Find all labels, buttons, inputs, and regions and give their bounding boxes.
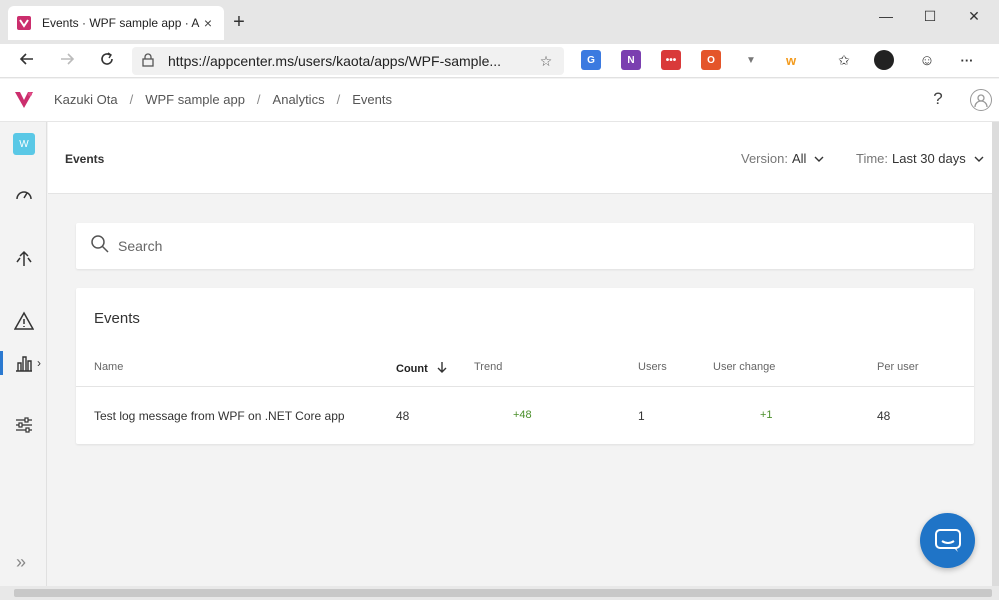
column-header-per-user[interactable]: Per user	[877, 361, 919, 373]
browser-tab[interactable]: Events · WPF sample app · App C ×	[8, 6, 224, 40]
breadcrumb-separator: /	[336, 92, 341, 107]
table-divider	[76, 386, 974, 387]
breadcrumb-separator: /	[256, 92, 261, 107]
time-value: Last 30 days	[892, 151, 966, 166]
vertical-scrollbar[interactable]	[992, 122, 999, 586]
red-extension-icon[interactable]: •••	[661, 50, 681, 70]
tab-title: Events · WPF sample app · App C	[42, 16, 200, 30]
refresh-button[interactable]	[94, 48, 120, 74]
horizontal-scrollbar[interactable]	[0, 586, 999, 600]
close-window-button[interactable]: ✕	[962, 8, 986, 24]
left-nav-rail: W › »	[0, 122, 47, 586]
tab-close-icon[interactable]: ×	[200, 15, 216, 31]
overview-gauge-icon[interactable]	[12, 183, 36, 207]
maximize-button[interactable]: ☐	[918, 8, 942, 24]
favorites-icon[interactable]: ✩	[834, 50, 854, 70]
distribute-icon[interactable]	[12, 246, 36, 270]
event-name-cell[interactable]: Test log message from WPF on .NET Core a…	[94, 409, 345, 423]
event-count-cell: 48	[396, 409, 410, 423]
forward-button[interactable]	[54, 48, 80, 74]
active-nav-indicator	[0, 351, 3, 375]
browser-menu-icon[interactable]: ···	[957, 50, 977, 70]
event-users-cell: 1	[638, 409, 645, 423]
url-text: https://appcenter.ms/users/kaota/apps/WP…	[168, 53, 502, 69]
page-header: Events Version: All Time: Last 30 days	[48, 122, 992, 194]
chat-support-button[interactable]	[920, 513, 975, 568]
breadcrumb-events[interactable]: Events	[352, 92, 392, 107]
app-header: Kazuki Ota / WPF sample app / Analytics …	[0, 79, 999, 122]
main-content: Events Version: All Time: Last 30 days E…	[48, 122, 992, 586]
lock-icon	[142, 52, 156, 70]
feedback-smiley-icon[interactable]: ☺	[917, 50, 937, 70]
app-center-favicon-icon	[16, 15, 32, 31]
event-per-user-cell: 48	[877, 409, 891, 423]
translate-extension-icon[interactable]: G	[581, 50, 601, 70]
version-value: All	[791, 151, 807, 166]
breadcrumb-separator: /	[129, 92, 134, 107]
collapse-sidebar-icon[interactable]: »	[16, 552, 26, 573]
breadcrumb: Kazuki Ota / WPF sample app / Analytics …	[54, 92, 392, 107]
scrollbar-thumb[interactable]	[14, 589, 992, 597]
app-center-logo-icon[interactable]	[12, 88, 36, 112]
time-label: Time:	[856, 151, 889, 166]
settings-sliders-icon[interactable]	[12, 413, 36, 437]
events-card: Events Name Count Trend Users User chang…	[76, 288, 974, 444]
column-header-name[interactable]: Name	[94, 361, 123, 373]
expand-chevron-icon[interactable]: ›	[37, 356, 41, 370]
breadcrumb-app[interactable]: WPF sample app	[145, 92, 245, 107]
column-header-trend[interactable]: Trend	[474, 361, 502, 373]
browser-tab-strip: Events · WPF sample app · App C × + — ☐ …	[0, 0, 999, 44]
diagnostics-warning-icon[interactable]	[12, 309, 36, 333]
column-header-count[interactable]: Count	[396, 361, 448, 376]
help-icon[interactable]: ?	[928, 89, 948, 109]
search-icon	[90, 234, 110, 259]
column-header-count-label: Count	[396, 362, 428, 375]
minimize-button[interactable]: —	[874, 8, 898, 24]
v-extension-icon[interactable]: ▼	[741, 50, 761, 70]
back-button[interactable]	[14, 48, 40, 74]
column-header-users[interactable]: Users	[638, 361, 667, 373]
events-card-title: Events	[94, 310, 140, 327]
w-extension-icon[interactable]: w	[781, 50, 801, 70]
chevron-down-icon	[814, 151, 824, 166]
analytics-chart-icon[interactable]	[12, 351, 36, 375]
favorite-star-icon[interactable]: ☆	[538, 53, 554, 70]
breadcrumb-analytics[interactable]: Analytics	[273, 92, 325, 107]
new-tab-button[interactable]: +	[230, 12, 248, 34]
sort-descending-icon	[436, 361, 448, 376]
chat-icon	[934, 528, 961, 552]
time-filter[interactable]: Time: Last 30 days	[856, 151, 984, 166]
version-filter[interactable]: Version: All	[741, 151, 824, 166]
page-title: Events	[65, 152, 105, 166]
user-avatar[interactable]	[970, 89, 992, 111]
app-tile[interactable]: W	[13, 133, 35, 155]
breadcrumb-user[interactable]: Kazuki Ota	[54, 92, 118, 107]
chevron-down-icon	[974, 151, 984, 166]
profile-avatar[interactable]	[874, 50, 894, 70]
address-bar[interactable]: https://appcenter.ms/users/kaota/apps/WP…	[132, 47, 564, 75]
event-user-change-cell: +1	[760, 409, 773, 421]
event-trend-cell: +48	[513, 409, 532, 421]
column-header-user-change[interactable]: User change	[713, 361, 775, 373]
search-box	[76, 223, 974, 269]
search-input[interactable]	[118, 238, 718, 254]
onenote-extension-icon[interactable]: N	[621, 50, 641, 70]
version-label: Version:	[741, 151, 788, 166]
office-extension-icon[interactable]: O	[701, 50, 721, 70]
